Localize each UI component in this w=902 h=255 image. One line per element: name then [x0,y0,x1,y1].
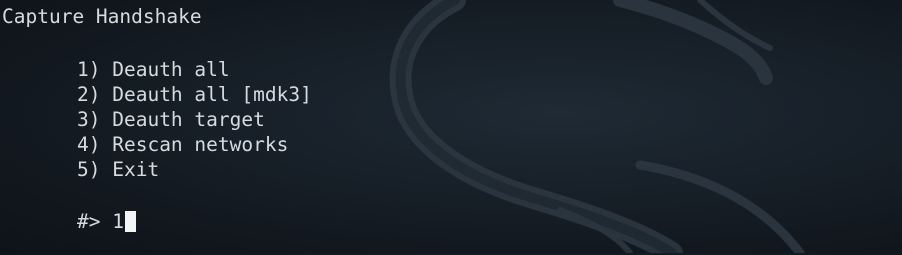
menu-item-label: Deauth target [112,108,265,131]
menu-item-number: 1) [77,58,101,81]
menu-item-label: Exit [112,158,160,181]
menu-item-deauth-all-mdk3: 2) Deauth all [mdk3] [77,82,312,107]
terminal-window[interactable]: Capture Handshake 1) Deauth all 2) Deaut… [0,0,902,253]
menu-title: Capture Handshake [2,5,202,28]
menu-item-exit: 5) Exit [77,157,159,182]
menu-item-label: Rescan networks [112,133,289,156]
prompt-symbol: #> [77,210,101,233]
text-cursor [124,211,136,232]
menu-item-number: 4) [77,133,101,156]
menu-item-number: 2) [77,83,101,106]
menu-item-label: Deauth all [112,58,230,81]
prompt-input-value[interactable]: 1 [112,210,124,233]
menu-item-number: 5) [77,158,101,181]
command-prompt-line[interactable]: #> 1 [77,209,136,234]
menu-item-label: Deauth all [mdk3] [112,83,312,106]
menu-item-rescan-networks: 4) Rescan networks [77,132,288,157]
menu-item-deauth-target: 3) Deauth target [77,107,265,132]
menu-item-deauth-all: 1) Deauth all [77,57,230,82]
menu-item-number: 3) [77,108,101,131]
